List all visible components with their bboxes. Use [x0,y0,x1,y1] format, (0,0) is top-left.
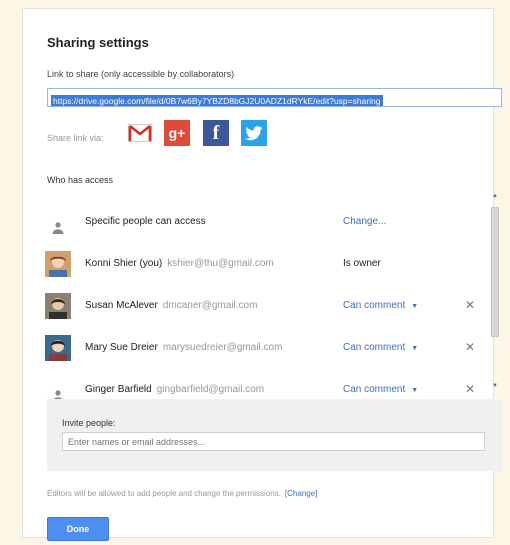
permission-dropdown[interactable]: Can comment ▼ [343,342,418,353]
invite-people-input[interactable] [62,432,485,451]
avatar [45,251,71,277]
person-name: Ginger Barfield gingbarfield@gmail.com [85,384,264,395]
person-email: marysuedreier@gmail.com [162,342,283,353]
sharing-settings-dialog: Sharing settings Link to share (only acc… [22,8,502,541]
invite-people-panel: Invite people: [47,399,502,471]
person-name: Konni Shier (you) kshier@thu@gmail.com [85,258,274,269]
google-plus-icon[interactable]: g+ [164,120,190,146]
person-row: Susan McAlever dmcaner@gmail.com Can comm… [45,287,475,325]
editors-note-text: Editors will be allowed to add people an… [47,489,281,498]
person-name-text: Konni Shier (you) [85,258,163,269]
person-name-text: Mary Sue Dreier [85,342,158,353]
remove-person-button[interactable]: ✕ [465,298,475,312]
avatar-photo [45,293,71,319]
people-icon-glyph [52,222,64,234]
chevron-down-icon: ▼ [411,387,419,394]
person-name: Susan McAlever dmcaner@gmail.com [85,300,257,311]
share-via-label: Share link via: [47,133,104,143]
permission-label: Can comment [343,384,406,395]
access-list: Specific people can access Change... Kon… [45,193,493,402]
access-level-label: Specific people can access [85,216,206,227]
change-access-link[interactable]: Change... [343,216,386,227]
person-name-text: Susan McAlever [85,300,158,311]
gmail-icon-glyph [128,124,152,142]
avatar-photo [45,251,71,277]
scroll-down-arrow-icon[interactable]: ▼ [492,383,498,389]
twitter-icon[interactable] [241,120,267,146]
share-link-url[interactable]: https://drive.google.com/file/d/0B7w6By7… [51,95,383,106]
person-email: dmcaner@gmail.com [162,300,258,311]
scroll-up-arrow-icon[interactable]: ▲ [492,193,498,199]
invite-people-label: Invite people: [62,418,116,428]
dialog-title: Sharing settings [47,35,149,50]
remove-person-button[interactable]: ✕ [465,382,475,396]
permission-label: Is owner [343,258,381,269]
avatar-photo [45,335,71,361]
scroll-thumb[interactable] [491,207,499,337]
facebook-icon[interactable]: f [203,120,229,146]
permission-dropdown[interactable]: Can comment ▼ [343,384,418,395]
who-has-access-label: Who has access [47,175,114,185]
done-button[interactable]: Done [47,517,109,541]
person-email: gingbarfield@gmail.com [156,384,265,395]
access-list-scrollbar[interactable]: ▲ ▼ [490,193,500,393]
remove-person-button[interactable]: ✕ [465,340,475,354]
twitter-bird-glyph [245,125,263,140]
permission-label: Can comment [343,300,406,311]
permission-dropdown[interactable]: Can comment ▼ [343,300,418,311]
avatar [45,335,71,361]
link-to-share-label: Link to share (only accessible by collab… [47,69,235,79]
share-link-field[interactable]: https://drive.google.com/file/d/0B7w6By7… [47,88,502,107]
chevron-down-icon: ▼ [411,345,419,352]
chevron-down-icon: ▼ [411,303,419,310]
specific-people-row: Specific people can access Change... [45,203,475,241]
people-icon [45,209,71,235]
change-permissions-link[interactable]: [Change] [285,489,317,498]
editors-permission-note: Editors will be allowed to add people an… [47,489,317,498]
permission-label: Can comment [343,342,406,353]
person-name: Mary Sue Dreier marysuedreier@gmail.com [85,342,282,353]
avatar [45,293,71,319]
person-name-text: Ginger Barfield [85,384,152,395]
person-email: kshier@thu@gmail.com [167,258,274,269]
person-row: Konni Shier (you) kshier@thu@gmail.com Is… [45,245,475,283]
person-row: Mary Sue Dreier marysuedreier@gmail.com C… [45,329,475,367]
gmail-icon[interactable] [127,120,153,146]
